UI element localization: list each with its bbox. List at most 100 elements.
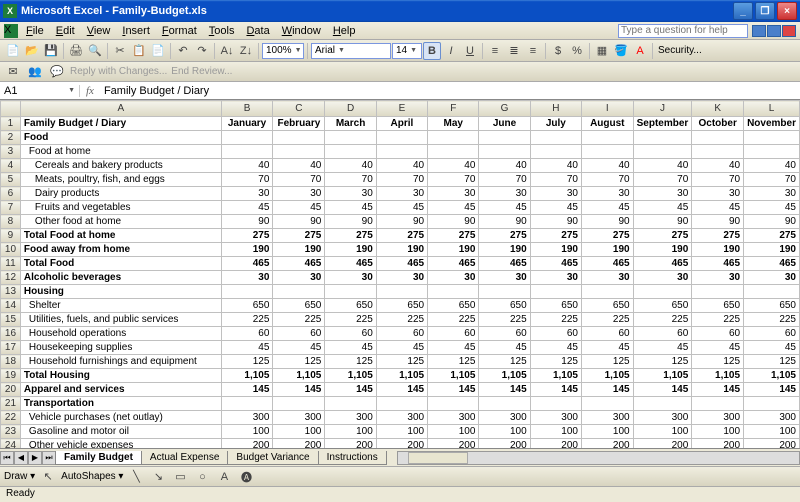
cell-J23[interactable]: 100 bbox=[633, 425, 692, 439]
new-button[interactable]: 📄 bbox=[4, 42, 22, 60]
spreadsheet-grid[interactable]: ABCDEFGHIJKL1Family Budget / DiaryJanuar… bbox=[0, 100, 800, 448]
cell-J19[interactable]: 1,105 bbox=[633, 369, 692, 383]
paste-button[interactable]: 📄 bbox=[149, 42, 167, 60]
cell-G17[interactable]: 45 bbox=[479, 341, 530, 355]
cell-A10[interactable]: Food away from home bbox=[20, 243, 221, 257]
cell-K5[interactable]: 70 bbox=[692, 173, 744, 187]
cell-G6[interactable]: 30 bbox=[479, 187, 530, 201]
cell-J13[interactable] bbox=[633, 285, 692, 299]
row-header-16[interactable]: 16 bbox=[1, 327, 21, 341]
cell-B20[interactable]: 145 bbox=[221, 383, 273, 397]
cell-H12[interactable]: 30 bbox=[530, 271, 581, 285]
cell-I11[interactable]: 465 bbox=[581, 257, 633, 271]
fontcolor-button[interactable]: A bbox=[631, 42, 649, 60]
cell-E3[interactable] bbox=[376, 145, 427, 159]
bold-button[interactable]: B bbox=[423, 42, 441, 60]
borders-button[interactable]: ▦ bbox=[593, 42, 611, 60]
cell-E6[interactable]: 30 bbox=[376, 187, 427, 201]
cell-G9[interactable]: 275 bbox=[479, 229, 530, 243]
select-icon[interactable]: ↖ bbox=[39, 468, 57, 486]
cell-C5[interactable]: 70 bbox=[273, 173, 325, 187]
cell-D22[interactable]: 300 bbox=[325, 411, 376, 425]
cell-D3[interactable] bbox=[325, 145, 376, 159]
cell-J11[interactable]: 465 bbox=[633, 257, 692, 271]
cell-H3[interactable] bbox=[530, 145, 581, 159]
row-header-8[interactable]: 8 bbox=[1, 215, 21, 229]
cell-K10[interactable]: 190 bbox=[692, 243, 744, 257]
cell-H2[interactable] bbox=[530, 131, 581, 145]
cell-F1[interactable]: May bbox=[428, 117, 479, 131]
cell-K1[interactable]: October bbox=[692, 117, 744, 131]
tab-prev[interactable]: ◀ bbox=[14, 451, 28, 465]
cell-H7[interactable]: 45 bbox=[530, 201, 581, 215]
cell-H24[interactable]: 200 bbox=[530, 439, 581, 449]
cell-E18[interactable]: 125 bbox=[376, 355, 427, 369]
name-box[interactable]: A1▼ bbox=[0, 85, 80, 97]
cell-F24[interactable]: 200 bbox=[428, 439, 479, 449]
row-header-23[interactable]: 23 bbox=[1, 425, 21, 439]
cell-B23[interactable]: 100 bbox=[221, 425, 273, 439]
fillcolor-button[interactable]: 🪣 bbox=[612, 42, 630, 60]
comment-icon[interactable]: 💬 bbox=[48, 63, 66, 81]
cell-F4[interactable]: 40 bbox=[428, 159, 479, 173]
cell-E24[interactable]: 200 bbox=[376, 439, 427, 449]
cell-B1[interactable]: January bbox=[221, 117, 273, 131]
cell-F23[interactable]: 100 bbox=[428, 425, 479, 439]
cell-G22[interactable]: 300 bbox=[479, 411, 530, 425]
cell-I14[interactable]: 650 bbox=[581, 299, 633, 313]
cell-J12[interactable]: 30 bbox=[633, 271, 692, 285]
formula-input[interactable]: Family Budget / Diary bbox=[100, 85, 800, 97]
cell-C23[interactable]: 100 bbox=[273, 425, 325, 439]
cell-B15[interactable]: 225 bbox=[221, 313, 273, 327]
cell-A9[interactable]: Total Food at home bbox=[20, 229, 221, 243]
security-button[interactable]: Security... bbox=[656, 45, 704, 56]
menu-window[interactable]: Window bbox=[276, 23, 327, 39]
cell-L18[interactable]: 125 bbox=[744, 355, 800, 369]
oval-icon[interactable]: ○ bbox=[193, 468, 211, 486]
cell-K2[interactable] bbox=[692, 131, 744, 145]
help-input[interactable] bbox=[618, 24, 748, 38]
cell-G23[interactable]: 100 bbox=[479, 425, 530, 439]
cell-E20[interactable]: 145 bbox=[376, 383, 427, 397]
cell-D9[interactable]: 275 bbox=[325, 229, 376, 243]
cell-L6[interactable]: 30 bbox=[744, 187, 800, 201]
col-header-J[interactable]: J bbox=[633, 101, 692, 117]
cell-E22[interactable]: 300 bbox=[376, 411, 427, 425]
cell-H4[interactable]: 40 bbox=[530, 159, 581, 173]
cell-F17[interactable]: 45 bbox=[428, 341, 479, 355]
cell-E4[interactable]: 40 bbox=[376, 159, 427, 173]
doc-close[interactable] bbox=[782, 25, 796, 37]
cell-D10[interactable]: 190 bbox=[325, 243, 376, 257]
cell-F7[interactable]: 45 bbox=[428, 201, 479, 215]
cell-J10[interactable]: 190 bbox=[633, 243, 692, 257]
save-button[interactable]: 💾 bbox=[42, 42, 60, 60]
cell-L8[interactable]: 90 bbox=[744, 215, 800, 229]
cell-A4[interactable]: Cereals and bakery products bbox=[20, 159, 221, 173]
cell-H14[interactable]: 650 bbox=[530, 299, 581, 313]
cell-F9[interactable]: 275 bbox=[428, 229, 479, 243]
cell-K21[interactable] bbox=[692, 397, 744, 411]
cell-F12[interactable]: 30 bbox=[428, 271, 479, 285]
cell-D8[interactable]: 90 bbox=[325, 215, 376, 229]
row-header-2[interactable]: 2 bbox=[1, 131, 21, 145]
cell-L21[interactable] bbox=[744, 397, 800, 411]
cell-A15[interactable]: Utilities, fuels, and public services bbox=[20, 313, 221, 327]
cell-L24[interactable]: 200 bbox=[744, 439, 800, 449]
cell-E10[interactable]: 190 bbox=[376, 243, 427, 257]
cell-J9[interactable]: 275 bbox=[633, 229, 692, 243]
cell-F14[interactable]: 650 bbox=[428, 299, 479, 313]
row-header-10[interactable]: 10 bbox=[1, 243, 21, 257]
cell-B16[interactable]: 60 bbox=[221, 327, 273, 341]
cell-A1[interactable]: Family Budget / Diary bbox=[20, 117, 221, 131]
cell-L4[interactable]: 40 bbox=[744, 159, 800, 173]
cell-J1[interactable]: September bbox=[633, 117, 692, 131]
cell-D14[interactable]: 650 bbox=[325, 299, 376, 313]
col-header-B[interactable]: B bbox=[221, 101, 273, 117]
cell-K15[interactable]: 225 bbox=[692, 313, 744, 327]
menu-data[interactable]: Data bbox=[240, 23, 275, 39]
minimize-button[interactable]: _ bbox=[733, 2, 753, 20]
cell-K22[interactable]: 300 bbox=[692, 411, 744, 425]
cell-C2[interactable] bbox=[273, 131, 325, 145]
row-header-14[interactable]: 14 bbox=[1, 299, 21, 313]
cell-F11[interactable]: 465 bbox=[428, 257, 479, 271]
